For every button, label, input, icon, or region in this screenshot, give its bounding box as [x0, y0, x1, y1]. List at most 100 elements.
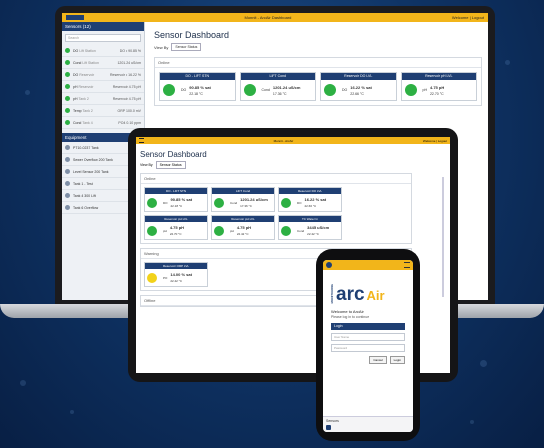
view-by-select[interactable]: Sensor Status [171, 43, 202, 51]
sidebar-sensor-item[interactable]: pH Tank 2 Reservoir 4.75 pH [62, 93, 144, 105]
sensor-value: ORP 100.0 mV [117, 108, 141, 113]
sensor-card-title: Reservoir pH LVL [401, 73, 476, 80]
sensor-card[interactable]: Reservoir DO LVL DO 16.22 % sat 22.66 °C [278, 187, 342, 212]
status-dot-icon [65, 108, 70, 113]
tablet-scrollbar[interactable] [442, 177, 444, 297]
reading-value: 16.22 % sat [304, 197, 327, 202]
reading-type: Cond [230, 200, 238, 205]
reading-temp: 22.18 °C [170, 204, 183, 208]
sensor-card-body: Cond 1201.24 uS/cm 17.36 °C [241, 80, 316, 100]
sensor-card-body: DO 16.22 % sat 22.66 °C [279, 194, 341, 211]
reading-temp: 22.18 °C [189, 91, 203, 96]
status-dot-icon [65, 120, 70, 125]
equipment-name: Tank 1 - Test [73, 181, 93, 186]
phone-topbar [323, 260, 413, 270]
sensor-name: Cond [73, 120, 82, 125]
sensor-name: DO [73, 72, 79, 77]
status-indicator-icon [147, 272, 157, 283]
background-bubble [505, 60, 510, 65]
reading-value: 90.85 % sat [170, 197, 193, 202]
sidebar-sensor-item[interactable]: Cond Tank 4 PO4 0.10 ppm [62, 117, 144, 129]
username-field[interactable]: User Name [331, 333, 405, 342]
status-indicator-icon [147, 225, 157, 236]
sensor-card[interactable]: DO - LIFT STN DO 90.85 % sat 22.18 °C [144, 187, 208, 212]
sidebar-count: (12) [82, 24, 91, 29]
app-logo[interactable] [66, 15, 84, 20]
reading-type: Cond [297, 228, 305, 233]
sensor-card[interactable]: Reservoir pH LVL pH 4.75 pH 22.42 °C [211, 215, 275, 240]
reading-value: 4.75 pH [429, 84, 445, 90]
user-menu[interactable]: Welcome | Logout [452, 15, 484, 20]
phone-footer-label[interactable]: Sensors [326, 419, 339, 423]
sensor-card[interactable]: DO - LIFT STN DO 90.85 % sat 22.18 °C [159, 72, 236, 101]
sensor-card-body: DO 16.22 % sat 22.66 °C [321, 80, 396, 100]
cancel-button[interactable]: Cancel [369, 356, 387, 365]
sidebar-sensor-item[interactable]: pH Reservoir Reservoir 4.75 pH [62, 81, 144, 93]
phone-menu-icon[interactable] [404, 262, 410, 268]
sensor-location: Tank 2 [78, 96, 89, 101]
sensor-name: pH [73, 96, 78, 101]
sensor-card[interactable]: LIFT Cond Cond 1201.24 uS/cm 17.36 °C [211, 187, 275, 212]
sensor-location: Reservoir [78, 84, 94, 89]
equipment-icon [65, 193, 70, 198]
reading-temp: 17.36 °C [240, 204, 252, 208]
reading-values: 16.22 % sat 22.66 °C [350, 85, 372, 96]
tablet-user-menu[interactable]: Welcome | Logout [423, 139, 447, 143]
sensor-location: Lift Station [79, 48, 96, 53]
reading-values: 90.85 % sat 22.18 °C [189, 85, 211, 96]
equipment-name: PT10-0237 Tank [73, 145, 99, 150]
background-bubble [470, 420, 474, 424]
sensor-card[interactable]: TC Water In Cond 3445 uS/cm 22.42 °C [278, 215, 342, 240]
reading-type: DO [342, 88, 348, 92]
phone-screen: MONITORING arc Air Welcome to ArcAir Ple… [323, 260, 413, 432]
sidebar-sensor-item[interactable]: Temp Tank 2 ORP 100.0 mV [62, 105, 144, 117]
equipment-name: Tank 6 Overflow [73, 205, 99, 210]
tablet-view-by-select[interactable]: Sensor Status [155, 161, 186, 169]
sensor-card[interactable]: Reservoir pH LVL pH 4.75 pH 22.70 °C [400, 72, 477, 101]
welcome-text: Welcome to ArcAir [331, 309, 364, 315]
sidebar-sensor-item[interactable]: DO Reservoir Reservoir • 16.22 % [62, 69, 144, 81]
sidebar-sensor-item[interactable]: Cond Lift Station 1201.24 uS/cm [62, 57, 144, 69]
logo-prefix: MONITORING [330, 284, 334, 304]
sensor-card[interactable]: Reservoir ORP LVL PO 14.00 % sat 22.42 °C [144, 262, 208, 287]
sensor-card[interactable]: LIFT Cond Cond 1201.24 uS/cm 17.36 °C [239, 72, 316, 101]
equipment-icon [65, 181, 70, 186]
sensor-value: Reservoir 4.75 pH [112, 96, 141, 101]
background-bubble [480, 360, 487, 367]
sidebar-header: Sensors (12) [62, 22, 144, 31]
reading-temp: 22.42 °C [170, 279, 183, 283]
sensor-card[interactable]: Reservoir pH LVL pH 4.75 pH 22.70 °C [144, 215, 208, 240]
reading-value: 4.75 pH [236, 225, 252, 230]
sensor-location: Tank 2 [82, 108, 93, 113]
reading-values: 1201.24 uS/cm 17.36 °C [273, 85, 301, 96]
phone-logo-icon[interactable] [326, 262, 332, 268]
sensor-value: DO • 90.85 % [119, 48, 141, 53]
tablet-view-by-label: View By [140, 163, 153, 167]
login-button[interactable]: Login [389, 356, 405, 365]
home-icon[interactable] [326, 425, 331, 430]
tablet-menu-icon[interactable] [139, 138, 144, 143]
tablet-app-title: Monnit - ArcAir [273, 138, 294, 143]
reading-temp: 22.42 °C [236, 232, 249, 236]
sidebar-sensor-item[interactable]: DO Lift Station DO • 90.85 % [62, 45, 144, 57]
sidebar-search-input[interactable]: Search [65, 34, 141, 42]
app-title: Monnit - ArcAir Dashboard [244, 15, 292, 20]
reading-temp: 22.70 °C [429, 91, 444, 96]
tablet-page-title: Sensor Dashboard [140, 150, 207, 159]
view-by-row: View By Sensor Status [154, 43, 488, 51]
reading-value: 3445 uS/cm [307, 225, 330, 230]
sensor-location: Lift Station [82, 60, 99, 65]
background-bubble [25, 90, 30, 95]
reading-type: PO [163, 275, 168, 280]
password-field[interactable]: Password [331, 344, 405, 353]
sensor-card[interactable]: Reservoir DO LVL DO 16.22 % sat 22.66 °C [320, 72, 397, 101]
reading-value: 14.00 % sat [170, 272, 192, 277]
reading-temp: 22.66 °C [304, 204, 317, 208]
sensor-name: Cond [73, 60, 82, 65]
reading-value: 16.22 % sat [350, 84, 372, 90]
reading-values: 4.75 pH 22.70 °C [430, 85, 444, 96]
welcome-subtitle: Please log in to continue [331, 315, 370, 320]
status-indicator-icon [404, 84, 417, 96]
arcair-logo: MONITORING arc Air [330, 284, 413, 304]
tablet-online-group: Online DO - LIFT STN DO 90.85 % sat 22.18 °… [140, 173, 412, 244]
